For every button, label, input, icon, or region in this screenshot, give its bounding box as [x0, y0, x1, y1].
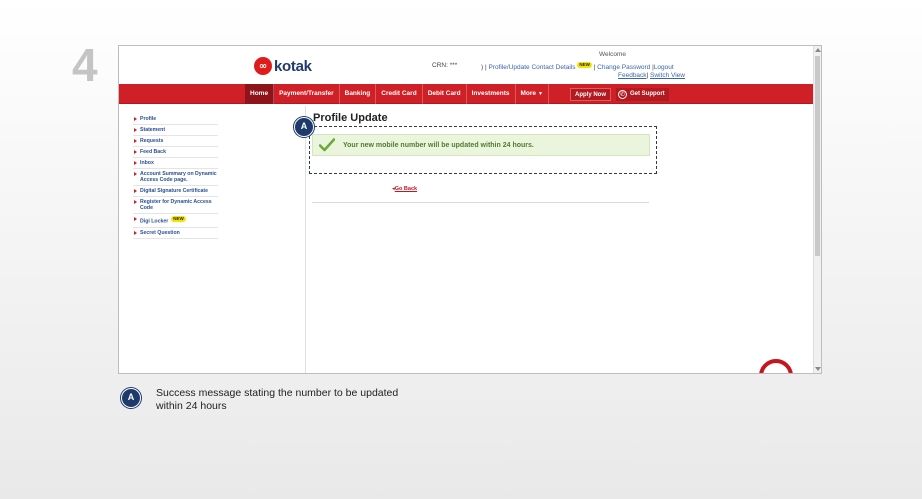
phone-icon: ✆ — [618, 90, 627, 99]
page-title: Profile Update — [313, 112, 388, 124]
sidebar-item-statement[interactable]: Statement — [133, 125, 218, 136]
get-support-button[interactable]: ✆ Get Support — [616, 88, 669, 101]
go-back-label: Go Back — [394, 186, 418, 192]
nav-debit-card[interactable]: Debit Card — [423, 84, 467, 104]
logo-text: kotak — [274, 57, 312, 75]
sidebar: Profile Statement Requests Feed Back Inb… — [119, 106, 306, 373]
sidebar-item-secret-question[interactable]: Secret Question — [133, 228, 218, 239]
bullet-icon — [134, 128, 137, 132]
top-header: ∞ kotak CRN: *** ) | Profile/Update Cont… — [119, 46, 814, 84]
step-number: 4 — [72, 39, 98, 91]
nav-home[interactable]: Home — [245, 84, 275, 104]
logout-link[interactable]: Logout — [654, 64, 674, 71]
sidebar-item-feedback[interactable]: Feed Back — [133, 147, 218, 158]
kotak-logo-icon: ∞ — [254, 57, 272, 75]
profile-update-link[interactable]: Profile/Update Contact Details — [488, 64, 575, 71]
nav-banking[interactable]: Banking — [340, 84, 377, 104]
sidebar-item-digi-locker[interactable]: Digi LockerNEW — [133, 214, 218, 228]
checkmark-icon — [319, 138, 335, 152]
sidebar-item-profile[interactable]: Profile — [133, 114, 218, 125]
bullet-icon — [134, 230, 137, 235]
sidebar-item-requests[interactable]: Requests — [133, 136, 218, 147]
welcome-text: Welcome — [599, 51, 626, 58]
success-text: Your new mobile number will be updated w… — [343, 141, 534, 149]
scroll-up-icon[interactable] — [815, 48, 821, 52]
sidebar-item-label: Requests — [140, 138, 164, 144]
bullet-icon — [134, 150, 137, 154]
sidebar-item-register-dac[interactable]: Register for Dynamic Access Code — [133, 197, 218, 214]
nav-more[interactable]: More ▼ — [516, 84, 549, 104]
browser-frame: ∞ kotak CRN: *** ) | Profile/Update Cont… — [118, 45, 822, 374]
kotak-logo[interactable]: ∞ kotak — [254, 57, 312, 75]
bullet-icon — [134, 139, 137, 143]
sidebar-item-label: Profile — [140, 116, 157, 122]
scroll-thumb[interactable] — [815, 56, 820, 256]
top-links: ) | Profile/Update Contact Details NEW |… — [481, 62, 674, 72]
switch-view-link[interactable]: Switch View — [650, 72, 685, 79]
scroll-down-icon[interactable] — [815, 367, 821, 371]
nav-items: Home Payment/Transfer Banking Credit Car… — [245, 84, 549, 104]
sidebar-item-digital-signature[interactable]: Digital Signature Certificate — [133, 186, 218, 197]
sidebar-item-label: Digi Locker — [140, 218, 169, 225]
caret-down-icon: ▼ — [538, 91, 543, 97]
bullet-icon — [134, 217, 137, 221]
sidebar-item-account-summary[interactable]: Account Summary on Dynamic Access Code p… — [133, 169, 218, 186]
sidebar-item-label: Feed Back — [140, 149, 166, 155]
main-content: Profile Update A Your new mobile number … — [294, 106, 814, 373]
bullet-icon — [134, 172, 137, 176]
new-badge: NEW — [171, 216, 186, 222]
new-badge: NEW — [577, 62, 592, 68]
vertical-scrollbar[interactable] — [813, 46, 821, 373]
sidebar-list: Profile Statement Requests Feed Back Inb… — [133, 114, 218, 239]
nav-investments[interactable]: Investments — [467, 84, 516, 104]
get-support-label: Get Support — [630, 91, 665, 97]
crn-value: *** — [449, 62, 458, 69]
bullet-icon — [134, 189, 137, 193]
sidebar-item-label: Account Summary on Dynamic Access Code p… — [140, 171, 217, 183]
crn-label: CRN: *** — [432, 62, 478, 69]
change-password-link[interactable]: Change Password — [597, 64, 650, 71]
sidebar-item-label: Secret Question — [140, 229, 180, 236]
sidebar-item-label: Statement — [140, 127, 166, 133]
nav-credit-card[interactable]: Credit Card — [376, 84, 423, 104]
bullet-icon — [134, 200, 137, 204]
sidebar-item-label: Register for Dynamic Access Code — [140, 199, 212, 211]
sub-links: Feedback| Switch View — [618, 72, 685, 79]
main-navbar: Home Payment/Transfer Banking Credit Car… — [119, 84, 814, 104]
sidebar-item-label: Digital Signature Certificate — [140, 188, 209, 194]
annotation-marker-a: A — [294, 117, 314, 137]
legend-text: Success message stating the number to be… — [156, 387, 399, 412]
sidebar-item-inbox[interactable]: Inbox — [133, 158, 218, 169]
nav-more-label: More — [520, 90, 537, 97]
bullet-icon — [134, 117, 137, 121]
feedback-link[interactable]: Feedback — [618, 72, 647, 79]
go-back-link[interactable]: ◂Go Back — [392, 186, 417, 192]
sidebar-item-label: Inbox — [140, 160, 154, 166]
divider — [312, 202, 649, 203]
crn-label-text: CRN: — [432, 62, 448, 69]
apply-now-button[interactable]: Apply Now — [570, 88, 611, 101]
bullet-icon — [134, 161, 137, 165]
legend-marker-a: A — [121, 388, 141, 408]
annotation-legend: A Success message stating the number to … — [121, 387, 416, 413]
nav-payment-transfer[interactable]: Payment/Transfer — [274, 84, 340, 104]
success-message: Your new mobile number will be updated w… — [312, 134, 650, 156]
